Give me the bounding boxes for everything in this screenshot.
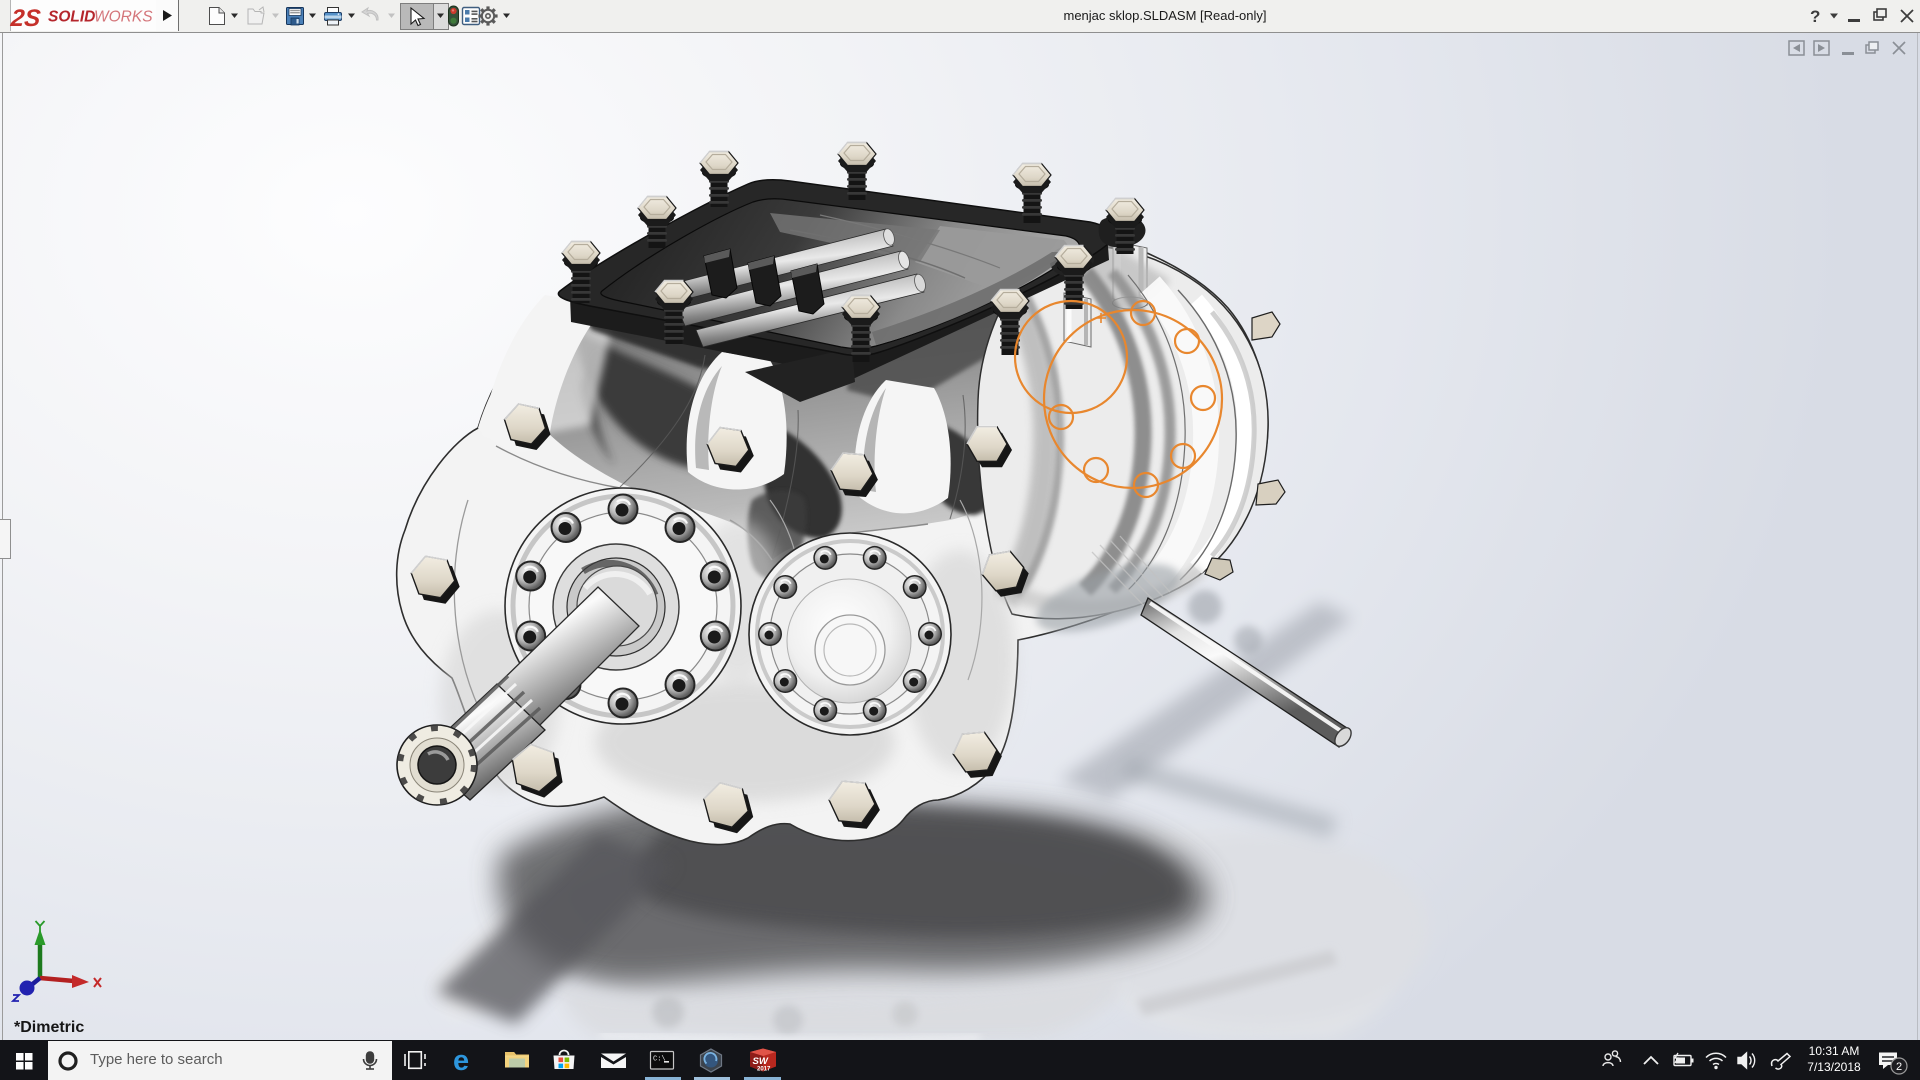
- svg-text:SOLID: SOLID: [48, 9, 95, 26]
- svg-text:SW: SW: [753, 1056, 769, 1067]
- svg-text:2S: 2S: [9, 5, 42, 32]
- svg-text:e: e: [453, 1045, 469, 1077]
- svg-text:?: ?: [1810, 7, 1820, 26]
- svg-text:WORKS: WORKS: [94, 9, 153, 26]
- svg-text:C:\: C:\: [653, 1056, 666, 1064]
- svg-text:2: 2: [1896, 1061, 1902, 1073]
- svg-text:2017: 2017: [757, 1067, 771, 1073]
